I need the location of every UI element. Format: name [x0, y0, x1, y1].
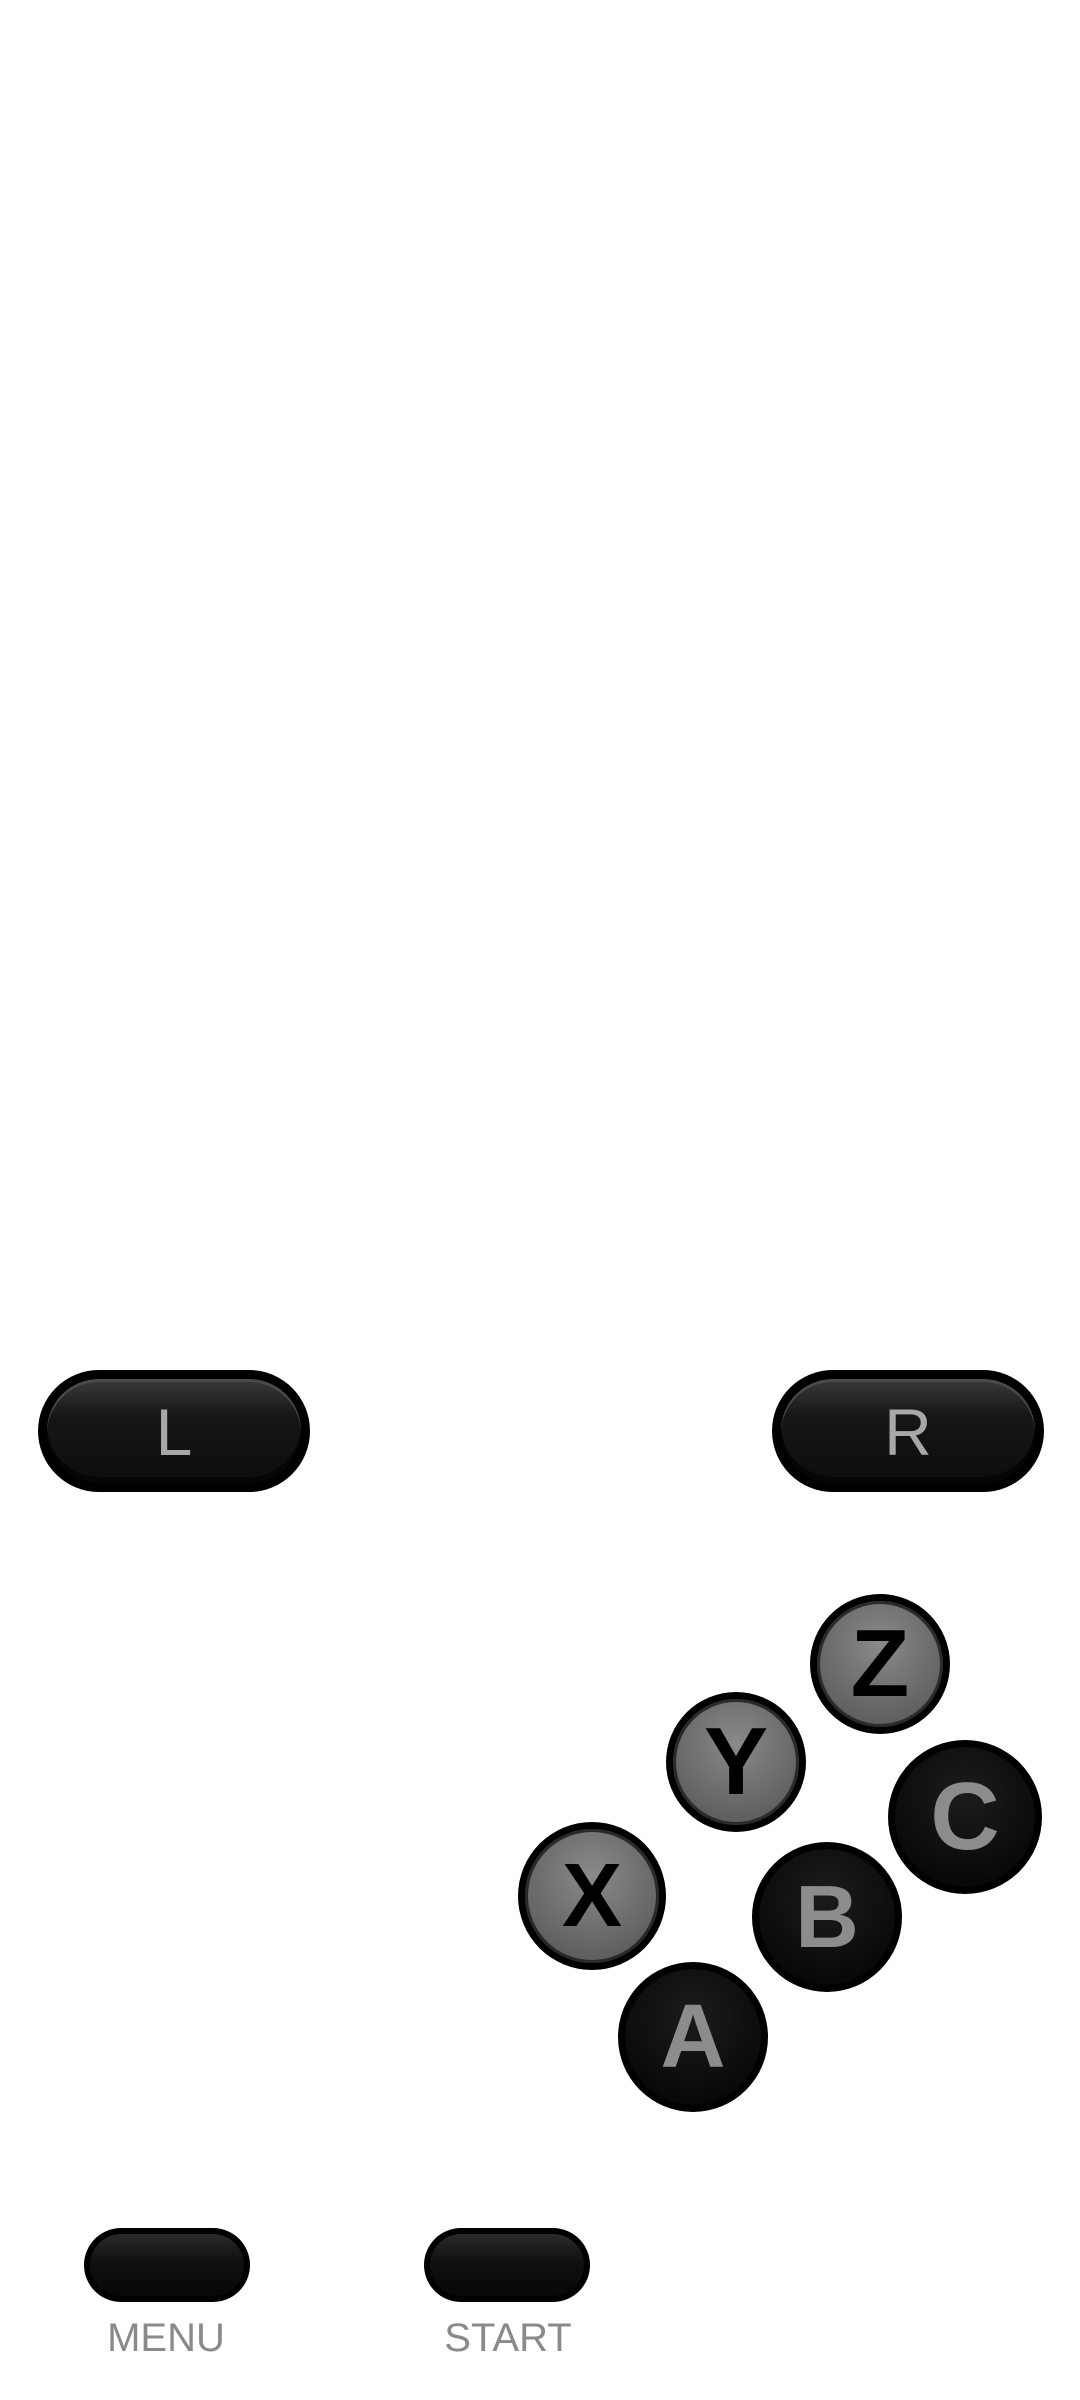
game-display-area: [0, 0, 1080, 1340]
r-shoulder-surface: R: [781, 1379, 1035, 1483]
x-button-label: X: [525, 1829, 659, 1963]
menu-button-surface: [90, 2234, 244, 2296]
r-button-label: R: [884, 1395, 932, 1469]
a-button[interactable]: A: [618, 1962, 768, 2112]
start-button[interactable]: [424, 2228, 590, 2302]
z-button[interactable]: Z: [810, 1594, 950, 1734]
l-button-label: L: [155, 1395, 193, 1469]
b-button[interactable]: B: [752, 1842, 902, 1992]
z-button-label: Z: [817, 1601, 943, 1727]
controller-screen: L R Z Y C X B A MENU START: [0, 0, 1080, 2400]
a-button-label: A: [625, 1969, 761, 2105]
start-label: START: [444, 2316, 572, 2360]
menu-label: MENU: [107, 2316, 225, 2360]
y-button[interactable]: Y: [666, 1692, 806, 1832]
b-button-label: B: [759, 1849, 895, 1985]
l-shoulder-surface: L: [47, 1379, 301, 1483]
start-button-surface: [430, 2234, 584, 2296]
c-button-label: C: [895, 1747, 1035, 1887]
x-button[interactable]: X: [518, 1822, 666, 1970]
menu-button[interactable]: [84, 2228, 250, 2302]
l-shoulder-button[interactable]: L: [38, 1370, 310, 1492]
y-button-label: Y: [673, 1699, 799, 1825]
r-shoulder-button[interactable]: R: [772, 1370, 1044, 1492]
c-button[interactable]: C: [888, 1740, 1042, 1894]
